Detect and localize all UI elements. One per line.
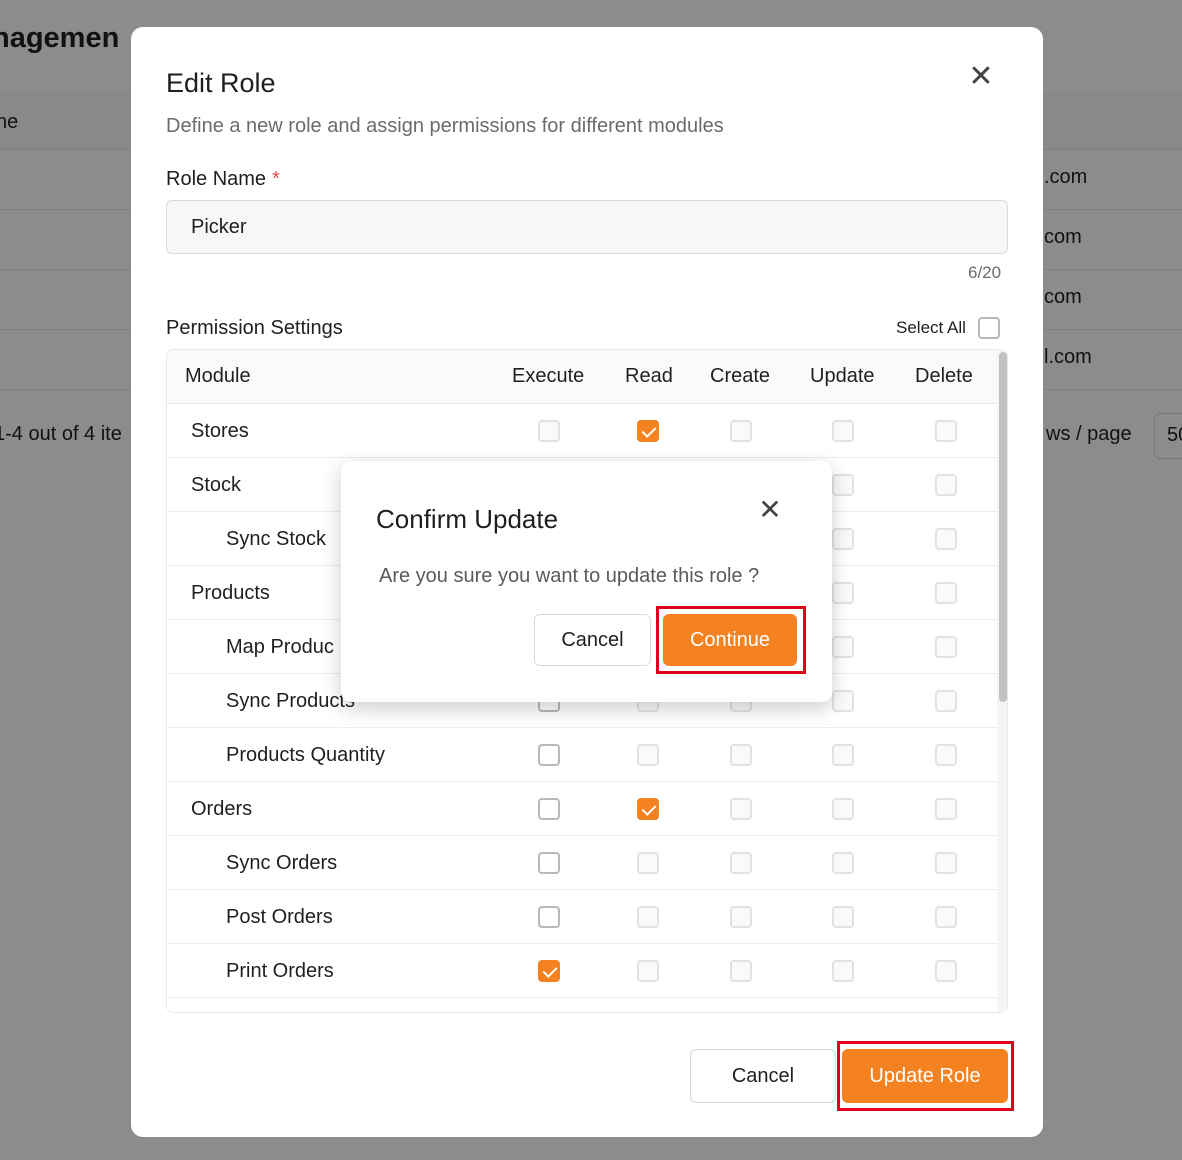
read-checkbox[interactable]: [637, 420, 659, 442]
create-checkbox: [730, 420, 752, 442]
column-header-module: Module: [185, 365, 251, 387]
confirm-update-modal: Confirm Update ✕ Are you sure you want t…: [341, 461, 832, 702]
table-row: Sync Orders: [167, 836, 997, 890]
create-checkbox: [730, 798, 752, 820]
update-checkbox: [832, 420, 854, 442]
permissions-table-header: Module Execute Read Create Update Delete: [167, 350, 997, 404]
column-header-execute: Execute: [512, 365, 585, 387]
delete-checkbox: [935, 474, 957, 496]
scrollbar-thumb[interactable]: [999, 352, 1007, 702]
highlight-box: [656, 606, 806, 674]
role-name-label: Role Name *: [166, 168, 280, 191]
column-header-read: Read: [625, 365, 673, 387]
delete-checkbox: [935, 528, 957, 550]
read-checkbox: [637, 744, 659, 766]
char-count: 6/20: [968, 263, 1002, 282]
module-label: Sync Products: [226, 690, 355, 712]
table-row: Products Quantity: [167, 728, 997, 782]
modal-subtitle: Define a new role and assign permissions…: [166, 115, 724, 137]
table-row: Stores: [167, 404, 997, 458]
delete-checkbox: [935, 690, 957, 712]
read-checkbox[interactable]: [637, 798, 659, 820]
update-checkbox: [832, 474, 854, 496]
cancel-button[interactable]: Cancel: [690, 1049, 836, 1103]
delete-checkbox: [935, 852, 957, 874]
update-checkbox: [832, 636, 854, 658]
select-all-label: Select All: [896, 318, 966, 337]
delete-checkbox: [935, 420, 957, 442]
table-row: Print Orders: [167, 944, 997, 998]
update-checkbox: [832, 582, 854, 604]
permission-settings-label: Permission Settings: [166, 317, 343, 339]
confirm-cancel-button[interactable]: Cancel: [534, 614, 651, 666]
module-label: Map Produc: [226, 636, 334, 658]
update-checkbox: [832, 906, 854, 928]
modal-title: Edit Role: [166, 68, 276, 98]
execute-checkbox[interactable]: [538, 852, 560, 874]
column-header-create: Create: [710, 365, 771, 387]
module-label: Orders: [191, 798, 253, 820]
create-checkbox: [730, 960, 752, 982]
close-icon[interactable]: ✕: [757, 496, 783, 524]
close-icon[interactable]: ✕: [967, 62, 995, 92]
column-header-update: Update: [810, 365, 875, 387]
create-checkbox: [730, 906, 752, 928]
required-mark: *: [272, 168, 280, 190]
delete-checkbox: [935, 582, 957, 604]
module-label: Sync Stock: [226, 528, 327, 550]
table-scrollbar[interactable]: [997, 350, 1007, 1012]
update-checkbox: [832, 798, 854, 820]
update-checkbox: [832, 960, 854, 982]
delete-checkbox: [935, 798, 957, 820]
confirm-title: Confirm Update: [376, 504, 559, 534]
execute-checkbox[interactable]: [538, 960, 560, 982]
module-label: Stores: [191, 420, 249, 442]
update-checkbox: [832, 528, 854, 550]
create-checkbox: [730, 744, 752, 766]
delete-checkbox: [935, 960, 957, 982]
read-checkbox: [637, 960, 659, 982]
module-label: Stock: [191, 474, 242, 496]
confirm-message: Are you sure you want to update this rol…: [379, 565, 760, 587]
update-checkbox: [832, 852, 854, 874]
module-label: Post Orders: [226, 906, 333, 928]
update-checkbox: [832, 744, 854, 766]
execute-checkbox: [538, 420, 560, 442]
delete-checkbox: [935, 906, 957, 928]
execute-checkbox[interactable]: [538, 798, 560, 820]
module-label: Products: [191, 582, 270, 604]
delete-checkbox: [935, 744, 957, 766]
read-checkbox: [637, 906, 659, 928]
table-row: Orders: [167, 782, 997, 836]
execute-checkbox[interactable]: [538, 744, 560, 766]
execute-checkbox[interactable]: [538, 906, 560, 928]
update-checkbox: [832, 690, 854, 712]
select-all[interactable]: Select All: [896, 317, 1000, 339]
column-header-delete: Delete: [915, 365, 973, 387]
role-name-input[interactable]: [166, 200, 1008, 254]
module-label: Print Orders: [226, 960, 334, 982]
table-row: Post Orders: [167, 890, 997, 944]
highlight-box: [837, 1041, 1014, 1111]
read-checkbox: [637, 852, 659, 874]
module-label: Sync Orders: [226, 852, 338, 874]
select-all-checkbox[interactable]: [977, 317, 1000, 339]
create-checkbox: [730, 852, 752, 874]
role-name-label-text: Role Name: [166, 168, 267, 190]
delete-checkbox: [935, 636, 957, 658]
module-label: Products Quantity: [226, 744, 385, 766]
